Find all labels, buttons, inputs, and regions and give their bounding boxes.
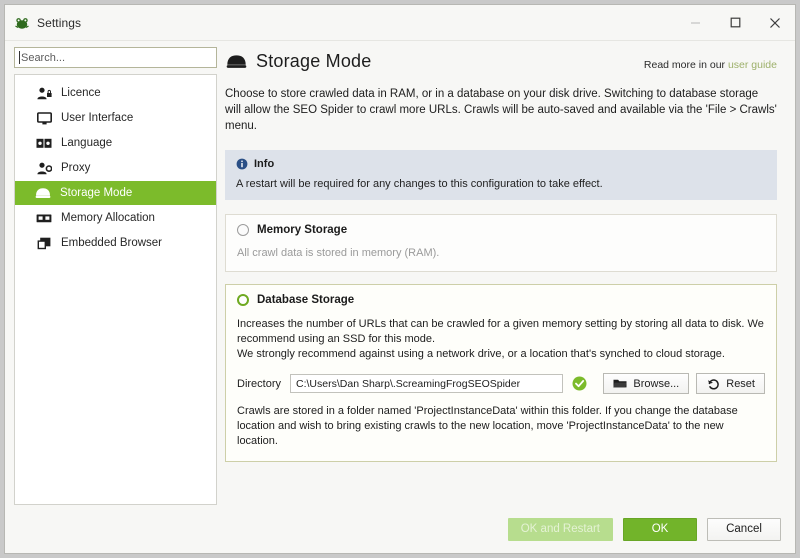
- sidebar-item-licence[interactable]: Licence: [15, 81, 216, 105]
- database-storage-radio[interactable]: [237, 294, 249, 306]
- memory-storage-label: Memory Storage: [257, 224, 347, 236]
- language-icon: [36, 135, 52, 151]
- sidebar-item-label: Licence: [61, 87, 101, 99]
- sidebar-item-memory-allocation[interactable]: Memory Allocation: [15, 206, 216, 230]
- close-button[interactable]: [755, 5, 795, 40]
- monitor-icon: [36, 110, 52, 126]
- sidebar-item-proxy[interactable]: Proxy: [15, 156, 216, 180]
- reset-button-label: Reset: [726, 378, 755, 390]
- intro-paragraph: Choose to store crawled data in RAM, or …: [225, 86, 777, 134]
- user-gear-icon: [36, 160, 52, 176]
- directory-input[interactable]: [290, 374, 563, 393]
- page-title: Storage Mode: [256, 51, 371, 72]
- folder-icon: [613, 377, 627, 391]
- cancel-button[interactable]: Cancel: [707, 518, 781, 541]
- memory-storage-radio[interactable]: [237, 224, 249, 236]
- window-title: Settings: [37, 16, 81, 30]
- user-lock-icon: [36, 85, 52, 101]
- memory-storage-panel[interactable]: Memory Storage All crawl data is stored …: [225, 214, 777, 272]
- maximize-button[interactable]: [715, 5, 755, 40]
- info-body-text: A restart will be required for any chang…: [236, 178, 766, 190]
- browse-button[interactable]: Browse...: [603, 373, 689, 394]
- window-body: Licence User Interface: [5, 41, 795, 505]
- screaming-frog-logo-icon: [14, 15, 30, 31]
- database-disk-icon: [225, 52, 247, 72]
- green-check-icon: [572, 376, 587, 391]
- sidebar-item-embedded-browser[interactable]: Embedded Browser: [15, 231, 216, 255]
- sidebar: Licence User Interface: [5, 41, 217, 505]
- search-box[interactable]: [14, 47, 217, 68]
- ok-button[interactable]: OK: [623, 518, 697, 541]
- memory-storage-description: All crawl data is stored in memory (RAM)…: [237, 247, 765, 259]
- info-panel: Info A restart will be required for any …: [225, 150, 777, 200]
- sidebar-item-label: Language: [61, 137, 112, 149]
- title-bar: Settings: [5, 5, 795, 41]
- text-caret: [19, 51, 20, 64]
- directory-row: Directory: [237, 373, 765, 394]
- memory-chip-icon: [36, 210, 52, 226]
- sidebar-item-label: Proxy: [61, 162, 90, 174]
- read-more-text: Read more in our user guide: [644, 53, 777, 71]
- sidebar-item-label: Storage Mode: [60, 187, 132, 199]
- sidebar-item-label: Memory Allocation: [61, 212, 155, 224]
- undo-arrow-icon: [706, 377, 720, 391]
- info-title-label: Info: [254, 158, 274, 170]
- sidebar-item-storage-mode[interactable]: Storage Mode: [14, 181, 217, 205]
- browse-button-label: Browse...: [633, 378, 679, 390]
- memory-storage-head[interactable]: Memory Storage: [237, 224, 765, 236]
- sidebar-item-user-interface[interactable]: User Interface: [15, 106, 216, 130]
- database-storage-head[interactable]: Database Storage: [237, 294, 765, 306]
- sidebar-item-label: Embedded Browser: [61, 237, 162, 249]
- ok-and-restart-button[interactable]: OK and Restart: [508, 518, 613, 541]
- database-storage-description-1: Increases the number of URLs that can be…: [237, 317, 765, 347]
- read-more-prefix: Read more in our: [644, 59, 728, 71]
- sidebar-nav-list: Licence User Interface: [14, 74, 217, 505]
- settings-window: Settings: [4, 4, 796, 554]
- content-header: Storage Mode Read more in our user guide: [225, 51, 777, 72]
- user-guide-link[interactable]: user guide: [728, 59, 777, 71]
- sidebar-item-language[interactable]: Language: [15, 131, 216, 155]
- minimize-button[interactable]: [675, 5, 715, 40]
- directory-label: Directory: [237, 378, 281, 390]
- database-storage-label: Database Storage: [257, 294, 354, 306]
- footer-bar: OK and Restart OK Cancel: [5, 505, 795, 553]
- content-pane: Storage Mode Read more in our user guide…: [217, 41, 795, 505]
- info-panel-title-row: Info: [236, 158, 766, 170]
- sidebar-item-label: User Interface: [61, 112, 133, 124]
- search-input[interactable]: [21, 52, 212, 64]
- database-disk-icon: [35, 185, 51, 201]
- browser-window-icon: [36, 235, 52, 251]
- database-storage-footnote: Crawls are stored in a folder named 'Pro…: [237, 404, 765, 449]
- database-storage-description-2: We strongly recommend against using a ne…: [237, 347, 765, 362]
- database-storage-panel[interactable]: Database Storage Increases the number of…: [225, 284, 777, 462]
- reset-button[interactable]: Reset: [696, 373, 765, 394]
- info-circle-icon: [236, 158, 248, 170]
